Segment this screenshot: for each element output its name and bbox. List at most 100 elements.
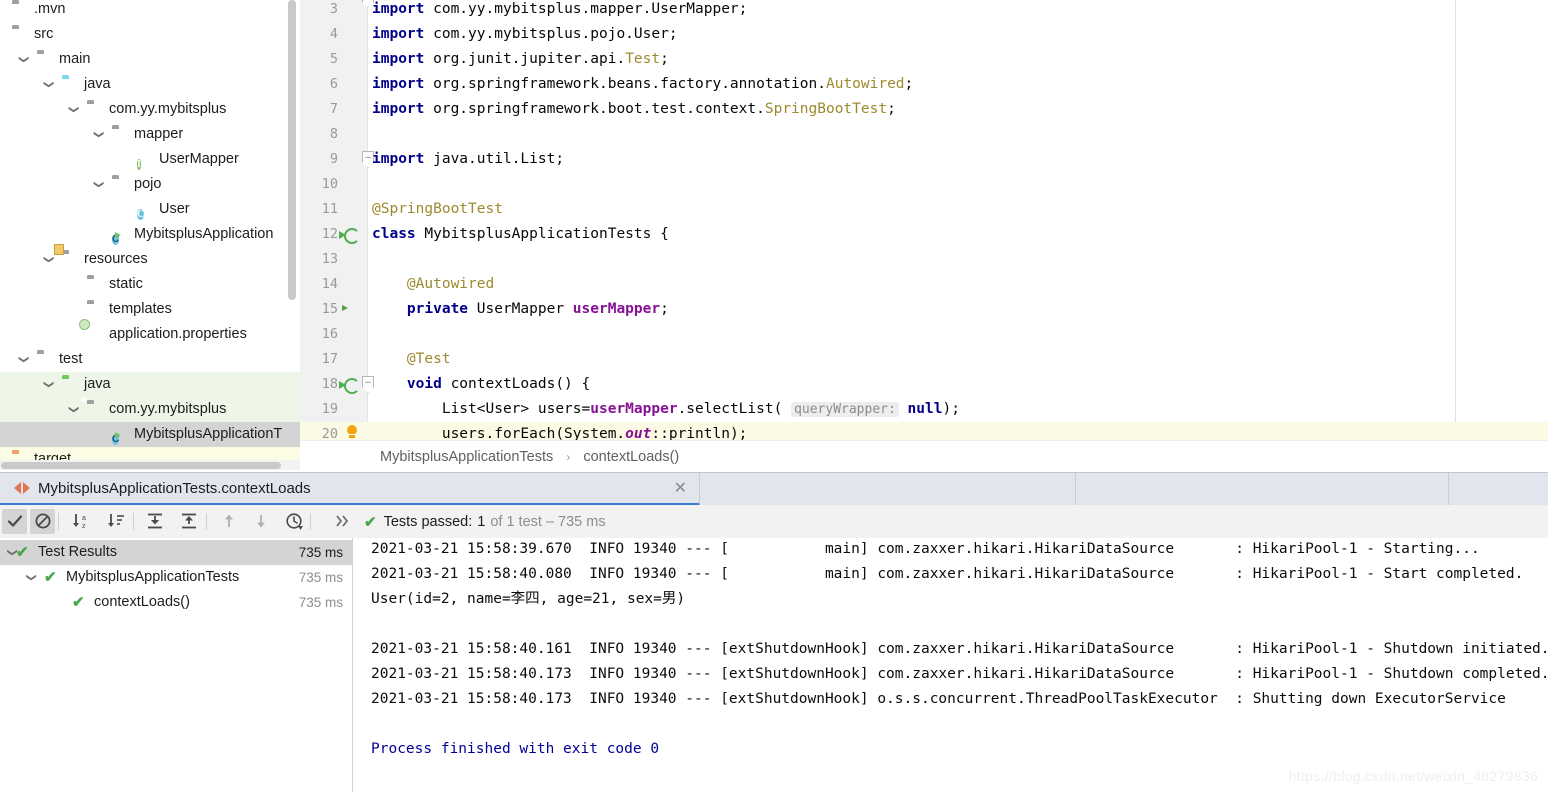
project-tree-item[interactable]: ❯ com.yy.mybitsplus [0,97,300,122]
project-hscrollbar-thumb[interactable] [1,462,281,469]
tree-twisty-icon[interactable]: ❯ [36,379,61,390]
code-token: ; [904,76,914,92]
tabbar-filler-3 [1077,473,1449,506]
project-tree-item[interactable]: static [0,272,300,297]
code-token: import [372,51,425,67]
project-tree-item[interactable]: C MybitsplusApplication [0,222,300,247]
spring-boot-class-icon: C [112,234,120,245]
breadcrumb-method[interactable]: contextLoads() [583,449,679,465]
tree-twisty-icon[interactable]: ❯ [36,79,61,90]
code-line[interactable]: 19 List<User> users=userMapper.selectLis… [300,397,1548,422]
code-line[interactable]: 3 import com.yy.mybitsplus.mapper.UserMap… [300,0,1548,22]
toolbar-separator [133,513,134,530]
project-tree-item-label: UserMapper [159,151,239,167]
console-line: Process finished with exit code 0 [371,741,660,757]
project-tree-item[interactable]: ❯ java [0,372,300,397]
run-test-gutter-icon[interactable] [344,227,360,243]
close-icon[interactable]: ✕ [674,478,687,498]
project-scrollbar-track[interactable] [288,0,298,470]
console-output[interactable]: 2021-03-21 15:58:39.670 INFO 19340 --- [… [353,538,1548,792]
folder-icon [87,276,104,293]
code-line[interactable]: 7 import org.springframework.boot.test.co… [300,97,1548,122]
watermark: https://blog.csdn.net/weixin_48279836 [1288,768,1538,784]
project-tree-item-label: com.yy.mybitsplus [109,101,227,117]
code-line[interactable]: 11 @SpringBootTest [300,197,1548,222]
expand-all-button[interactable] [142,509,167,534]
project-tree-item[interactable]: ❯ main [0,47,300,72]
project-tree-panel[interactable]: .mvn src ❯ main ❯ java ❯ com.yy.mybitsplus ❯ mapp… [0,0,300,470]
project-scrollbar-thumb[interactable] [288,0,296,300]
code-line[interactable]: 13 [300,247,1548,272]
code-line[interactable]: 8 [300,122,1548,147]
code-token: org.springframework.beans.factory.annota… [424,76,826,92]
code-token: class [372,226,416,242]
code-line[interactable]: 15 private UserMapper userMapper; [300,297,1548,322]
show-ignored-tests-toggle[interactable] [30,509,55,534]
code-line[interactable]: 16 [300,322,1548,347]
project-tree-item[interactable]: C MybitsplusApplicationT [0,422,300,447]
tree-twisty-icon[interactable]: ❯ [61,104,86,115]
code-line[interactable]: 14 @Autowired [300,272,1548,297]
code-line[interactable]: 10 [300,172,1548,197]
tree-twisty-icon[interactable]: ❯ [36,254,61,265]
line-number: 16 [321,326,338,342]
previous-failed-test-button[interactable] [216,509,241,534]
intention-bulb-icon[interactable] [346,425,358,438]
tabbar-filler-2 [701,473,1076,506]
folder-icon [12,1,29,18]
project-tree-item[interactable]: ❯ java [0,72,300,97]
tree-twisty-icon[interactable]: ❯ [61,404,86,415]
project-tree-item-label: main [59,51,91,67]
code-line[interactable]: 9– import java.util.List; [300,147,1548,172]
tree-twisty-icon[interactable]: ❯ [86,179,111,190]
project-tree-item[interactable]: src [0,22,300,47]
code-line[interactable]: 12 class MybitsplusApplicationTests { [300,222,1548,247]
test-tree-item[interactable]: ❯ ✔ Test Results 735 ms [0,540,352,565]
code-line[interactable]: 4 import com.yy.mybitsplus.pojo.User; [300,22,1548,47]
project-tree-item[interactable]: ❯ pojo [0,172,300,197]
tree-twisty-icon[interactable]: ❯ [11,354,36,365]
project-tree-item[interactable]: I UserMapper [0,147,300,172]
spring-bean-leaf-icon[interactable] [344,202,360,218]
next-failed-test-button[interactable] [248,509,273,534]
code-token: import [372,101,425,117]
tab-run-configuration[interactable]: MybitsplusApplicationTests.contextLoads … [0,473,700,506]
project-tree-item[interactable]: .mvn [0,0,300,22]
project-tree-item[interactable]: ❯ com.yy.mybitsplus [0,397,300,422]
test-tree-item[interactable]: ✔ contextLoads() 735 ms [0,590,352,615]
project-tree-item-label: src [34,26,54,42]
tree-twisty-icon[interactable]: ❯ [19,573,44,581]
spring-autowired-gutter-icon[interactable] [344,302,360,318]
project-tree-item[interactable]: ❯ resources [0,247,300,272]
test-tree-item[interactable]: ❯ ✔ MybitsplusApplicationTests 735 ms [0,565,352,590]
code-text: import java.util.List; [372,147,564,172]
tree-twisty-icon[interactable]: ❯ [86,129,111,140]
project-hscrollbar-track[interactable] [0,460,300,470]
code-line[interactable]: 5 import org.junit.jupiter.api.Test; [300,47,1548,72]
run-test-gutter-icon[interactable] [344,377,360,393]
sort-by-duration-button[interactable] [103,509,128,534]
show-passed-tests-toggle[interactable] [2,509,27,534]
project-tree-item[interactable]: ❯ mapper [0,122,300,147]
line-number: 9 [329,151,338,167]
code-token: MybitsplusApplicationTests { [415,226,669,242]
code-editor[interactable]: 3 import com.yy.mybitsplus.mapper.UserMap… [300,0,1548,447]
project-tree-item-label: MybitsplusApplication [134,226,274,242]
sort-alphabetically-button[interactable]: az [68,509,93,534]
code-line[interactable]: 18– void contextLoads() { [300,372,1548,397]
breadcrumb[interactable]: MybitsplusApplicationTests › contextLoad… [300,440,1548,472]
breadcrumb-class[interactable]: MybitsplusApplicationTests [380,449,553,465]
collapse-all-button[interactable] [176,509,201,534]
project-tree-item[interactable]: ❯ test [0,347,300,372]
project-tree-item[interactable]: templates [0,297,300,322]
project-tree-item[interactable]: C User [0,197,300,222]
line-number: 19 [321,401,338,417]
line-number: 15 [321,301,338,317]
project-tree-item[interactable]: application.properties [0,322,300,347]
test-history-button[interactable] [282,509,307,534]
code-line[interactable]: 6 import org.springframework.beans.factor… [300,72,1548,97]
tree-twisty-icon[interactable]: ❯ [11,54,36,65]
code-line[interactable]: 17 @Test [300,347,1548,372]
test-tree-item-label: MybitsplusApplicationTests [66,569,240,585]
test-results-tree[interactable]: ❯ ✔ Test Results 735 ms ❯ ✔ MybitsplusApplicat… [0,538,352,792]
